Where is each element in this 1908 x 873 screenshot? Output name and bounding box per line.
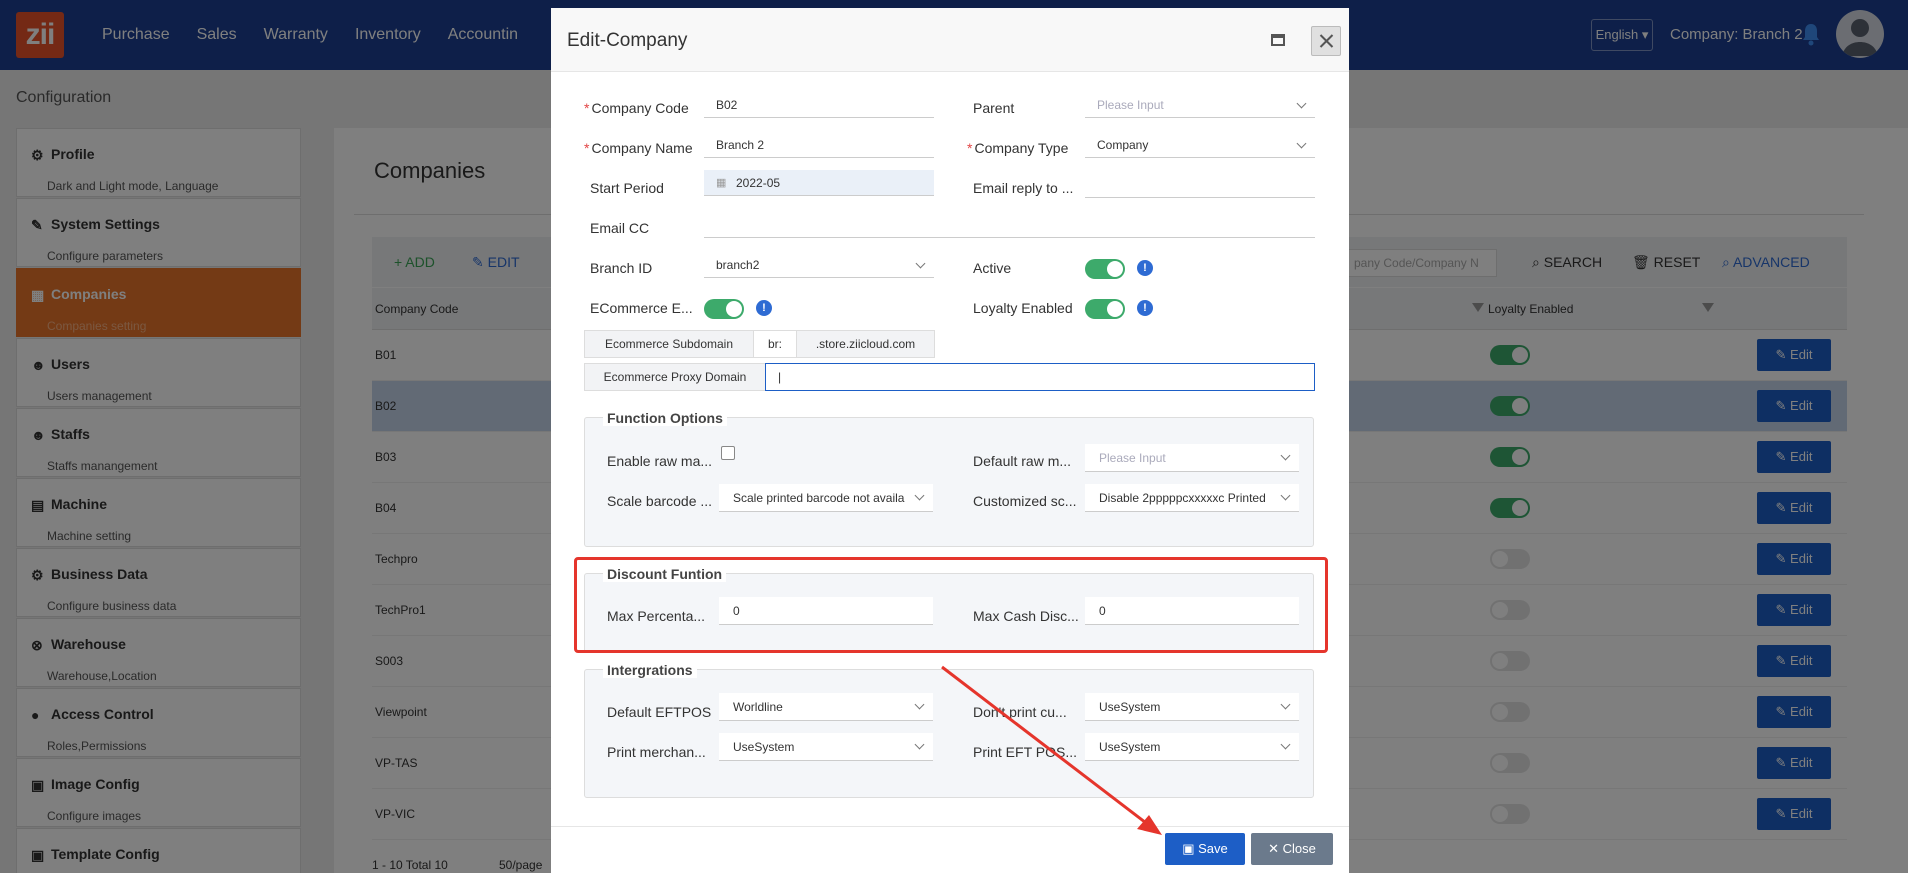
annotation-arrow xyxy=(941,665,1162,835)
